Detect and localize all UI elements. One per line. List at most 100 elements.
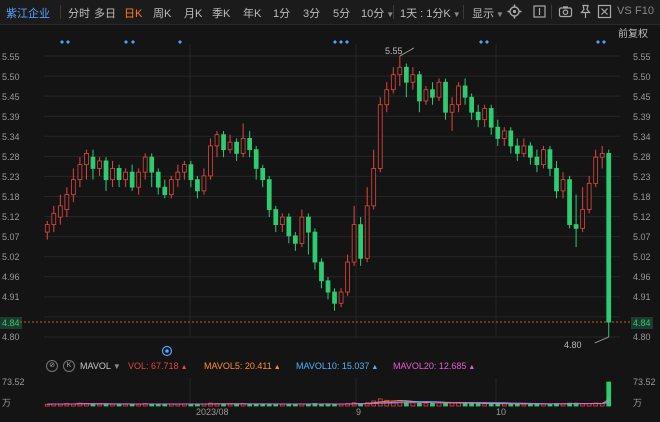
volume-bar	[430, 402, 435, 407]
y-tick: 5.55	[2, 52, 20, 62]
vol-readout: VOL: 67.718 ▲	[128, 361, 188, 371]
y-tick: 4.96	[2, 272, 20, 282]
volume-bar	[345, 403, 350, 407]
candle-body	[129, 171, 135, 188]
candle-body	[90, 156, 96, 169]
y-tick: 5.28	[2, 152, 20, 162]
volume-bar	[554, 403, 559, 407]
volume-bar	[266, 403, 272, 407]
tab-10min-select[interactable]: 10分 ▼	[361, 5, 394, 21]
tab-3min[interactable]: 3分	[303, 5, 320, 21]
low-pointer	[594, 336, 609, 344]
vol-value: 67.718	[151, 361, 179, 371]
y-tick: 4.91	[2, 292, 20, 302]
vol-unit-right: 万	[633, 398, 643, 408]
tab-quarterly-k[interactable]: 季K	[212, 5, 230, 21]
candle-body	[338, 291, 344, 304]
volume-bar	[338, 403, 344, 407]
y-tick: 5.18	[633, 192, 651, 202]
k-indicator-icon[interactable]: K	[63, 360, 75, 372]
candle-body	[208, 145, 213, 177]
candle-body	[345, 261, 350, 293]
candle-body	[495, 126, 501, 139]
y-tick: 5.34	[633, 132, 651, 142]
volume-bar	[175, 403, 181, 407]
candle-body	[547, 149, 553, 169]
volume-bar	[103, 403, 109, 407]
candle-body	[312, 231, 318, 263]
tab-monthly-k[interactable]: 月K	[184, 5, 202, 21]
vol-max-right: 73.52	[633, 377, 656, 387]
volume-bar	[325, 403, 331, 407]
f10-button[interactable]: F10	[635, 5, 654, 17]
candle-body	[319, 261, 324, 282]
mavol5-value: 20.411	[244, 361, 272, 371]
volume-bar	[149, 403, 155, 407]
volume-bar	[299, 403, 305, 407]
arrow-up-icon: ▲	[273, 364, 281, 371]
tab-5min[interactable]: 5分	[333, 5, 350, 21]
event-marker-icon	[131, 40, 135, 44]
period-select[interactable]: 1天 : 1分K ▼	[400, 5, 461, 21]
y-tick: 5.23	[633, 172, 651, 182]
candle-body	[123, 171, 128, 181]
vs-button[interactable]: VS	[617, 5, 632, 17]
candle-body	[77, 164, 83, 181]
adjust-mode-label[interactable]: 前复权	[618, 25, 648, 40]
volume-ma-line	[47, 400, 609, 405]
candle-body	[423, 89, 429, 102]
event-marker-icon	[60, 40, 64, 44]
lock-icon[interactable]: ⊘	[46, 360, 58, 372]
candle-body	[306, 216, 311, 233]
current-price-tag-left: 4.84	[0, 317, 22, 329]
volume-bar	[162, 403, 168, 407]
y-tick: 5.45	[633, 92, 651, 102]
stock-name[interactable]: 紫江企业	[6, 5, 50, 21]
candle-body	[528, 145, 533, 158]
camera-icon[interactable]	[558, 4, 573, 19]
candle-body	[390, 74, 396, 91]
candle-body	[273, 209, 279, 225]
candle-body	[410, 74, 416, 83]
candle-body	[234, 141, 239, 154]
expand-view-icon[interactable]	[532, 4, 547, 19]
volume-bar	[142, 403, 148, 407]
indicator-select[interactable]: MAVOL ▼	[80, 361, 121, 371]
settings-gear-icon[interactable]	[507, 4, 522, 19]
candle-body	[214, 134, 220, 147]
event-marker-icon	[345, 40, 349, 44]
candle-body	[580, 209, 585, 229]
volume-bar	[593, 402, 599, 407]
pin-icon[interactable]	[578, 4, 593, 19]
tab-yearly-k[interactable]: 年K	[243, 5, 261, 21]
candle-body	[51, 212, 57, 226]
volume-bar	[136, 403, 142, 407]
mavol20-value: 12.685	[438, 361, 467, 371]
volume-bar	[214, 403, 220, 407]
tab-1min[interactable]: 1分	[273, 5, 290, 21]
divider	[393, 5, 394, 19]
tab-multi-day[interactable]: 多日	[94, 5, 116, 21]
volume-bar	[319, 403, 324, 407]
volume-bar	[364, 402, 370, 407]
candle-body	[325, 280, 331, 293]
y-tick: 5.45	[2, 92, 20, 102]
candle-body	[286, 216, 292, 237]
y-tick: 5.28	[633, 152, 651, 162]
candle-body	[599, 153, 605, 158]
close-icon[interactable]	[597, 4, 612, 19]
volume-bar	[534, 403, 540, 407]
volume-bar	[57, 403, 63, 407]
event-marker-icon	[124, 40, 128, 44]
volume-bar	[495, 403, 501, 407]
display-select[interactable]: 显示 ▼	[472, 5, 504, 21]
candle-body	[247, 138, 253, 151]
event-marker-icon	[333, 40, 337, 44]
volume-bar	[443, 402, 448, 407]
tab-weekly-k[interactable]: 周K	[153, 5, 171, 21]
tab-intraday[interactable]: 分时	[68, 5, 90, 21]
tab-daily-k[interactable]: 日K	[124, 5, 142, 21]
volume-bar	[110, 403, 115, 407]
mavol10-value: 15.037	[341, 361, 370, 371]
volume-bar	[221, 403, 226, 407]
